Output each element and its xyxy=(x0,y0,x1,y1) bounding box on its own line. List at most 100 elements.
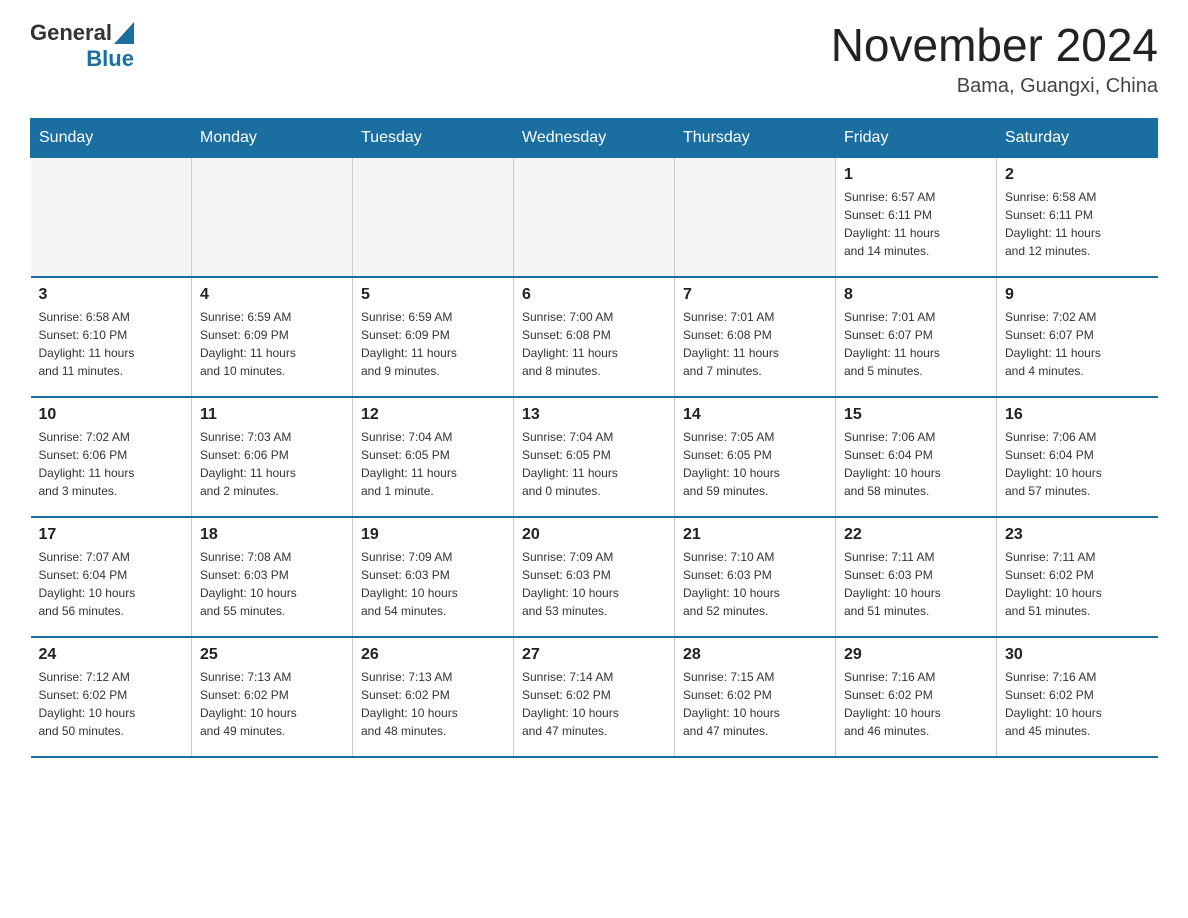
table-row: 19 Sunrise: 7:09 AM Sunset: 6:03 PM Dayli… xyxy=(353,517,514,637)
table-row: 15 Sunrise: 7:06 AM Sunset: 6:04 PM Dayli… xyxy=(836,397,997,517)
table-row: 7 Sunrise: 7:01 AM Sunset: 6:08 PM Daylig… xyxy=(675,277,836,397)
day-info: Sunrise: 7:13 AM Sunset: 6:02 PM Dayligh… xyxy=(200,668,344,740)
calendar-week-row: 24 Sunrise: 7:12 AM Sunset: 6:02 PM Dayli… xyxy=(31,637,1158,757)
day-number: 22 xyxy=(844,526,988,544)
day-info: Sunrise: 7:02 AM Sunset: 6:06 PM Dayligh… xyxy=(39,428,184,500)
col-friday: Friday xyxy=(836,118,997,157)
day-number: 7 xyxy=(683,286,827,304)
col-wednesday: Wednesday xyxy=(514,118,675,157)
day-number: 29 xyxy=(844,646,988,664)
day-number: 9 xyxy=(1005,286,1150,304)
day-number: 20 xyxy=(522,526,666,544)
table-row xyxy=(192,157,353,277)
day-number: 30 xyxy=(1005,646,1150,664)
table-row: 27Sunrise: 7:14 AM Sunset: 6:02 PM Dayli… xyxy=(514,637,675,757)
logo-general: General xyxy=(30,20,112,46)
calendar-week-row: 1 Sunrise: 6:57 AM Sunset: 6:11 PM Daylig… xyxy=(31,157,1158,277)
table-row xyxy=(353,157,514,277)
day-number: 21 xyxy=(683,526,827,544)
day-number: 4 xyxy=(200,286,344,304)
day-info: Sunrise: 7:13 AM Sunset: 6:02 PM Dayligh… xyxy=(361,668,505,740)
day-info: Sunrise: 6:57 AM Sunset: 6:11 PM Dayligh… xyxy=(844,188,988,260)
table-row: 6 Sunrise: 7:00 AM Sunset: 6:08 PM Daylig… xyxy=(514,277,675,397)
col-saturday: Saturday xyxy=(997,118,1158,157)
table-row: 2Sunrise: 6:58 AM Sunset: 6:11 PM Daylig… xyxy=(997,157,1158,277)
day-number: 14 xyxy=(683,406,827,424)
day-info: Sunrise: 7:08 AM Sunset: 6:03 PM Dayligh… xyxy=(200,548,344,620)
table-row: 26 Sunrise: 7:13 AM Sunset: 6:02 PM Dayli… xyxy=(353,637,514,757)
day-number: 16 xyxy=(1005,406,1150,424)
table-row: 13 Sunrise: 7:04 AM Sunset: 6:05 PM Dayli… xyxy=(514,397,675,517)
day-info: Sunrise: 7:12 AM Sunset: 6:02 PM Dayligh… xyxy=(39,668,184,740)
day-number: 17 xyxy=(39,526,184,544)
calendar-week-row: 10 Sunrise: 7:02 AM Sunset: 6:06 PM Dayli… xyxy=(31,397,1158,517)
day-info: Sunrise: 6:58 AM Sunset: 6:10 PM Dayligh… xyxy=(39,308,184,380)
day-info: Sunrise: 7:06 AM Sunset: 6:04 PM Dayligh… xyxy=(1005,428,1150,500)
table-row: 18 Sunrise: 7:08 AM Sunset: 6:03 PM Dayli… xyxy=(192,517,353,637)
logo: General Blue xyxy=(30,20,134,72)
calendar-table: Sunday Monday Tuesday Wednesday Thursday… xyxy=(30,118,1158,759)
location: Bama, Guangxi, China xyxy=(831,75,1158,98)
day-info: Sunrise: 7:16 AM Sunset: 6:02 PM Dayligh… xyxy=(844,668,988,740)
table-row: 3Sunrise: 6:58 AM Sunset: 6:10 PM Daylig… xyxy=(31,277,192,397)
day-info: Sunrise: 7:15 AM Sunset: 6:02 PM Dayligh… xyxy=(683,668,827,740)
day-info: Sunrise: 7:04 AM Sunset: 6:05 PM Dayligh… xyxy=(361,428,505,500)
day-info: Sunrise: 7:00 AM Sunset: 6:08 PM Dayligh… xyxy=(522,308,666,380)
table-row: 17Sunrise: 7:07 AM Sunset: 6:04 PM Dayli… xyxy=(31,517,192,637)
day-number: 19 xyxy=(361,526,505,544)
col-monday: Monday xyxy=(192,118,353,157)
table-row xyxy=(31,157,192,277)
table-row: 4Sunrise: 6:59 AM Sunset: 6:09 PM Daylig… xyxy=(192,277,353,397)
day-info: Sunrise: 7:11 AM Sunset: 6:03 PM Dayligh… xyxy=(844,548,988,620)
day-number: 23 xyxy=(1005,526,1150,544)
day-info: Sunrise: 6:59 AM Sunset: 6:09 PM Dayligh… xyxy=(361,308,505,380)
table-row: 14Sunrise: 7:05 AM Sunset: 6:05 PM Dayli… xyxy=(675,397,836,517)
table-row: 28Sunrise: 7:15 AM Sunset: 6:02 PM Dayli… xyxy=(675,637,836,757)
col-thursday: Thursday xyxy=(675,118,836,157)
day-info: Sunrise: 7:09 AM Sunset: 6:03 PM Dayligh… xyxy=(522,548,666,620)
table-row xyxy=(675,157,836,277)
day-info: Sunrise: 7:01 AM Sunset: 6:08 PM Dayligh… xyxy=(683,308,827,380)
day-info: Sunrise: 7:06 AM Sunset: 6:04 PM Dayligh… xyxy=(844,428,988,500)
title-section: November 2024 Bama, Guangxi, China xyxy=(831,20,1158,98)
calendar-week-row: 3Sunrise: 6:58 AM Sunset: 6:10 PM Daylig… xyxy=(31,277,1158,397)
table-row: 8Sunrise: 7:01 AM Sunset: 6:07 PM Daylig… xyxy=(836,277,997,397)
day-number: 2 xyxy=(1005,166,1150,184)
day-number: 24 xyxy=(39,646,184,664)
table-row: 5Sunrise: 6:59 AM Sunset: 6:09 PM Daylig… xyxy=(353,277,514,397)
calendar-week-row: 17Sunrise: 7:07 AM Sunset: 6:04 PM Dayli… xyxy=(31,517,1158,637)
page-header: General Blue November 2024 Bama, Guangxi… xyxy=(30,20,1158,98)
table-row: 12 Sunrise: 7:04 AM Sunset: 6:05 PM Dayli… xyxy=(353,397,514,517)
day-number: 6 xyxy=(522,286,666,304)
day-number: 27 xyxy=(522,646,666,664)
table-row: 24 Sunrise: 7:12 AM Sunset: 6:02 PM Dayli… xyxy=(31,637,192,757)
table-row: 25 Sunrise: 7:13 AM Sunset: 6:02 PM Dayli… xyxy=(192,637,353,757)
table-row: 11Sunrise: 7:03 AM Sunset: 6:06 PM Dayli… xyxy=(192,397,353,517)
logo-blue: Blue xyxy=(86,46,134,72)
day-info: Sunrise: 7:04 AM Sunset: 6:05 PM Dayligh… xyxy=(522,428,666,500)
day-info: Sunrise: 7:03 AM Sunset: 6:06 PM Dayligh… xyxy=(200,428,344,500)
day-number: 1 xyxy=(844,166,988,184)
day-number: 26 xyxy=(361,646,505,664)
day-info: Sunrise: 7:02 AM Sunset: 6:07 PM Dayligh… xyxy=(1005,308,1150,380)
calendar-header-row: Sunday Monday Tuesday Wednesday Thursday… xyxy=(31,118,1158,157)
table-row: 9 Sunrise: 7:02 AM Sunset: 6:07 PM Daylig… xyxy=(997,277,1158,397)
logo-triangle-icon xyxy=(114,22,134,44)
table-row: 20 Sunrise: 7:09 AM Sunset: 6:03 PM Dayli… xyxy=(514,517,675,637)
day-number: 10 xyxy=(39,406,184,424)
table-row: 23 Sunrise: 7:11 AM Sunset: 6:02 PM Dayli… xyxy=(997,517,1158,637)
table-row: 1 Sunrise: 6:57 AM Sunset: 6:11 PM Daylig… xyxy=(836,157,997,277)
col-sunday: Sunday xyxy=(31,118,192,157)
day-number: 15 xyxy=(844,406,988,424)
table-row xyxy=(514,157,675,277)
day-number: 25 xyxy=(200,646,344,664)
col-tuesday: Tuesday xyxy=(353,118,514,157)
day-info: Sunrise: 7:09 AM Sunset: 6:03 PM Dayligh… xyxy=(361,548,505,620)
table-row: 16 Sunrise: 7:06 AM Sunset: 6:04 PM Dayli… xyxy=(997,397,1158,517)
day-number: 18 xyxy=(200,526,344,544)
day-number: 12 xyxy=(361,406,505,424)
day-info: Sunrise: 7:11 AM Sunset: 6:02 PM Dayligh… xyxy=(1005,548,1150,620)
table-row: 21 Sunrise: 7:10 AM Sunset: 6:03 PM Dayli… xyxy=(675,517,836,637)
day-number: 13 xyxy=(522,406,666,424)
day-info: Sunrise: 7:10 AM Sunset: 6:03 PM Dayligh… xyxy=(683,548,827,620)
